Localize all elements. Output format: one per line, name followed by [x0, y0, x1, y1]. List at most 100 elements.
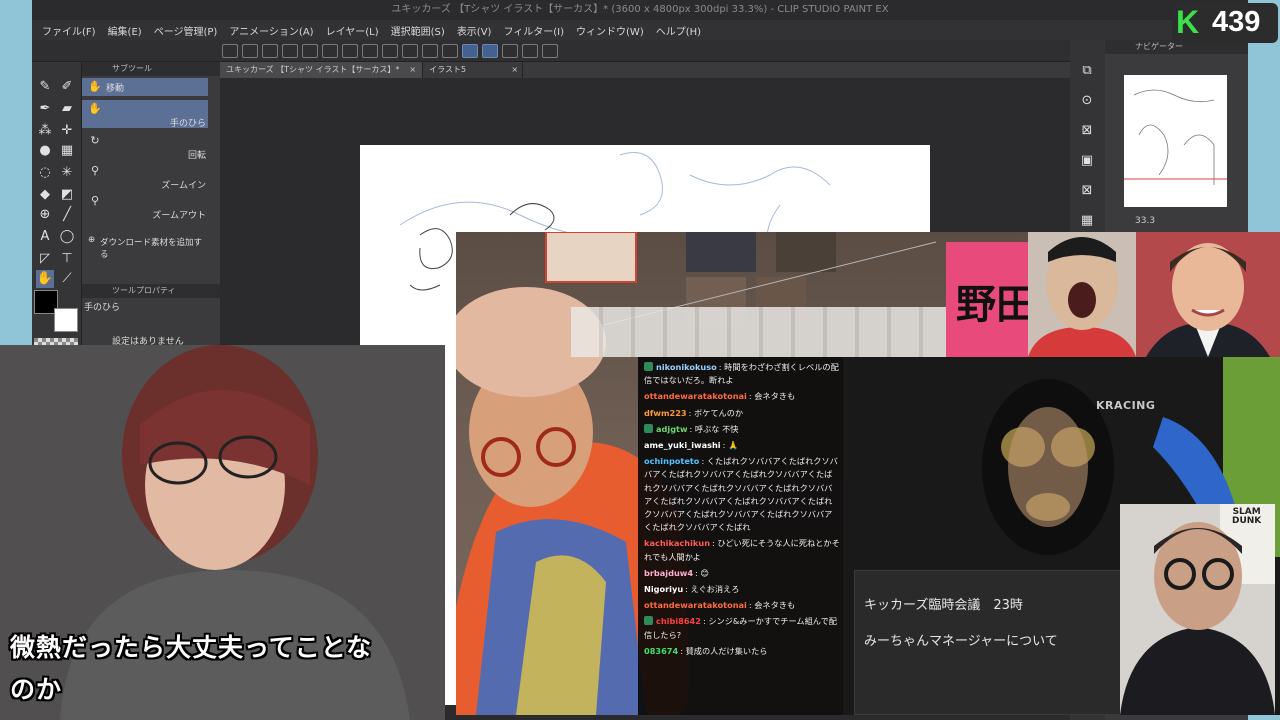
move-layer-icon[interactable]: ✛ — [58, 122, 76, 140]
chat-overlay: nikonikokuso: 時間をわざわざ割くレベルの配信ではないだろ。断れよ … — [638, 357, 843, 715]
magic-wand-icon[interactable]: ✳ — [58, 164, 76, 182]
subtool-item-rotate[interactable]: ↻ 回転 — [82, 132, 208, 161]
line-icon[interactable]: ╱ — [58, 206, 76, 224]
history-icon[interactable]: ▣ — [1078, 152, 1096, 170]
pencil-icon[interactable]: ✐ — [58, 78, 76, 96]
close-icon[interactable]: × — [409, 65, 416, 74]
close-icon[interactable]: ⊠ — [1078, 182, 1096, 200]
eraser-icon[interactable]: ▰ — [58, 100, 76, 118]
fill-icon[interactable] — [362, 43, 378, 58]
menu-selection[interactable]: 選択範囲(S) — [391, 23, 445, 38]
close-icon[interactable]: × — [511, 62, 518, 78]
text-icon[interactable]: A — [36, 228, 54, 246]
chat-message: 083674: 賛成の人だけ集いたら — [644, 645, 768, 656]
subtool-item-hand[interactable]: ✋ 手のひら — [82, 100, 208, 129]
chat-message: ochinpoteto: くたばれクソババアくたばれクソババアくたばれクソババア… — [644, 456, 838, 533]
menu-window[interactable]: ウィンドウ(W) — [576, 23, 644, 38]
navigator-zoom[interactable]: 33.3 — [1135, 216, 1155, 226]
viewer-count: 439 — [1212, 6, 1261, 38]
gradient-icon[interactable]: ◩ — [58, 186, 76, 204]
menu-file[interactable]: ファイル(F) — [42, 23, 96, 38]
chat-message: ame_yuki_iwashi: 🙏 — [644, 440, 739, 451]
hand-tool-icon[interactable]: ✋ — [36, 270, 54, 288]
tab-tshirt-illustration[interactable]: ユキッカーズ 【Tシャツ イラスト【サーカス】* × — [220, 62, 424, 78]
open-file-icon[interactable] — [242, 43, 258, 58]
clear-selection-icon[interactable] — [342, 43, 358, 58]
menu-page[interactable]: ページ管理(P) — [154, 23, 218, 38]
k-logo: K — [1176, 4, 1200, 40]
tab-illustration5[interactable]: イラスト5 × — [423, 62, 524, 78]
decoration-icon[interactable]: ⁂ — [36, 122, 54, 140]
subtool-item-zoom-in[interactable]: ⚲ ズームイン — [82, 162, 208, 191]
subtitle-line-1: 微熱だったら大丈夫ってことな — [10, 633, 373, 662]
save-icon[interactable] — [262, 43, 278, 58]
new-file-icon[interactable] — [222, 43, 238, 58]
balloon-icon[interactable]: ◯ — [58, 228, 76, 246]
menu-filter[interactable]: フィルター(I) — [503, 23, 564, 38]
banner-text: 野田 — [956, 281, 1036, 328]
menu-layer[interactable]: レイヤー(L) — [326, 23, 379, 38]
pen-icon[interactable]: ✎ — [36, 78, 54, 96]
menu-help[interactable]: ヘルプ(H) — [656, 23, 701, 38]
frame-icon[interactable]: ◸ — [36, 250, 54, 268]
add-material-button[interactable]: ⊕ ダウンロード素材を追加する — [82, 234, 208, 260]
stabilize-icon[interactable] — [462, 43, 478, 58]
material-icon[interactable]: ⊠ — [1078, 122, 1096, 140]
chat-message: ottandewaratakotonai: 会ネタきも — [644, 600, 796, 611]
subtool-item-zoom-out[interactable]: ⚲ ズームアウト — [82, 192, 208, 221]
grid-panel-icon[interactable]: ▦ — [1078, 212, 1096, 230]
print-icon[interactable] — [282, 43, 298, 58]
subtool-header: サブツール — [82, 62, 220, 76]
chat-message: nikonikokuso: 時間をわざわざ割くレベルの配信ではないだろ。断れよ — [644, 362, 839, 386]
eyedropper-icon[interactable]: ⟋ — [58, 270, 76, 288]
chat-message: dfwm223: ボケてんのか — [644, 407, 744, 418]
plus-icon: ⊕ — [88, 235, 96, 245]
collab-call-window: 野田 KRACING キッカーズ臨時会議 23時 みーちゃんマネージャーについて… — [456, 232, 1280, 715]
blend-icon[interactable]: ● — [36, 142, 54, 160]
guest-tile-shouting — [1028, 232, 1136, 357]
settings-icon[interactable] — [522, 43, 538, 58]
guest-face-suit — [1136, 232, 1280, 357]
mod-badge-icon — [644, 616, 653, 626]
subtitle-line-2: のか — [10, 675, 63, 704]
thumbnail-sketch — [1124, 89, 1227, 185]
snap-grid-icon[interactable] — [442, 43, 458, 58]
redo-icon[interactable] — [322, 43, 338, 58]
fill-bucket-icon[interactable]: ◆ — [36, 186, 54, 204]
sub-color-swatch[interactable] — [54, 308, 78, 332]
ruler-icon[interactable]: ⊤ — [58, 250, 76, 268]
brush-icon[interactable]: ✒ — [36, 100, 54, 118]
meeting-topic: みーちゃんマネージャーについて — [864, 634, 1058, 649]
rotate-icon: ↻ — [90, 134, 100, 147]
pressure-icon[interactable] — [502, 43, 518, 58]
menu-animation[interactable]: アニメーション(A) — [229, 23, 313, 38]
navigator-thumbnail[interactable] — [1124, 75, 1227, 207]
lasso-icon[interactable]: ◌ — [36, 164, 54, 182]
menu-bar: ファイル(F) 編集(E) ページ管理(P) アニメーション(A) レイヤー(L… — [32, 20, 1248, 40]
command-bar — [32, 40, 1248, 62]
operation-icon[interactable]: ⊕ — [36, 206, 54, 224]
search-icon[interactable]: ⊙ — [1078, 92, 1096, 110]
zoom-out-icon: ⚲ — [90, 194, 100, 207]
poster-text: SLAM DUNK — [1232, 507, 1262, 526]
guest-tile-suit — [1136, 232, 1280, 357]
mod-badge-icon — [644, 423, 653, 433]
transform-icon[interactable] — [382, 43, 398, 58]
tool-property-name: 手のひら — [84, 303, 121, 313]
undo-icon[interactable] — [302, 43, 318, 58]
menu-view[interactable]: 表示(V) — [457, 23, 492, 38]
document-tabs: ユキッカーズ 【Tシャツ イラスト【サーカス】* × イラスト5 × — [220, 62, 1070, 78]
grid-icon[interactable]: ▦ — [58, 142, 76, 160]
snap-special-icon[interactable] — [422, 43, 438, 58]
zoom-in-icon: ⚲ — [90, 164, 100, 177]
snap-ruler-icon[interactable] — [402, 43, 418, 58]
guest-face-shouting — [1028, 232, 1136, 357]
tool-property-header: ツールプロパティ — [82, 284, 220, 298]
chat-message: adjgtw: 呼ぶな 不快 — [644, 423, 840, 436]
smoothing-icon[interactable] — [482, 43, 498, 58]
subtool-item-move[interactable]: ✋ 移動 — [82, 78, 208, 96]
layer-property-icon[interactable]: ⧉ — [1078, 62, 1096, 80]
menu-edit[interactable]: 編集(E) — [108, 23, 142, 38]
help-icon[interactable] — [542, 43, 558, 58]
guest-tile-glasses — [1120, 504, 1275, 715]
